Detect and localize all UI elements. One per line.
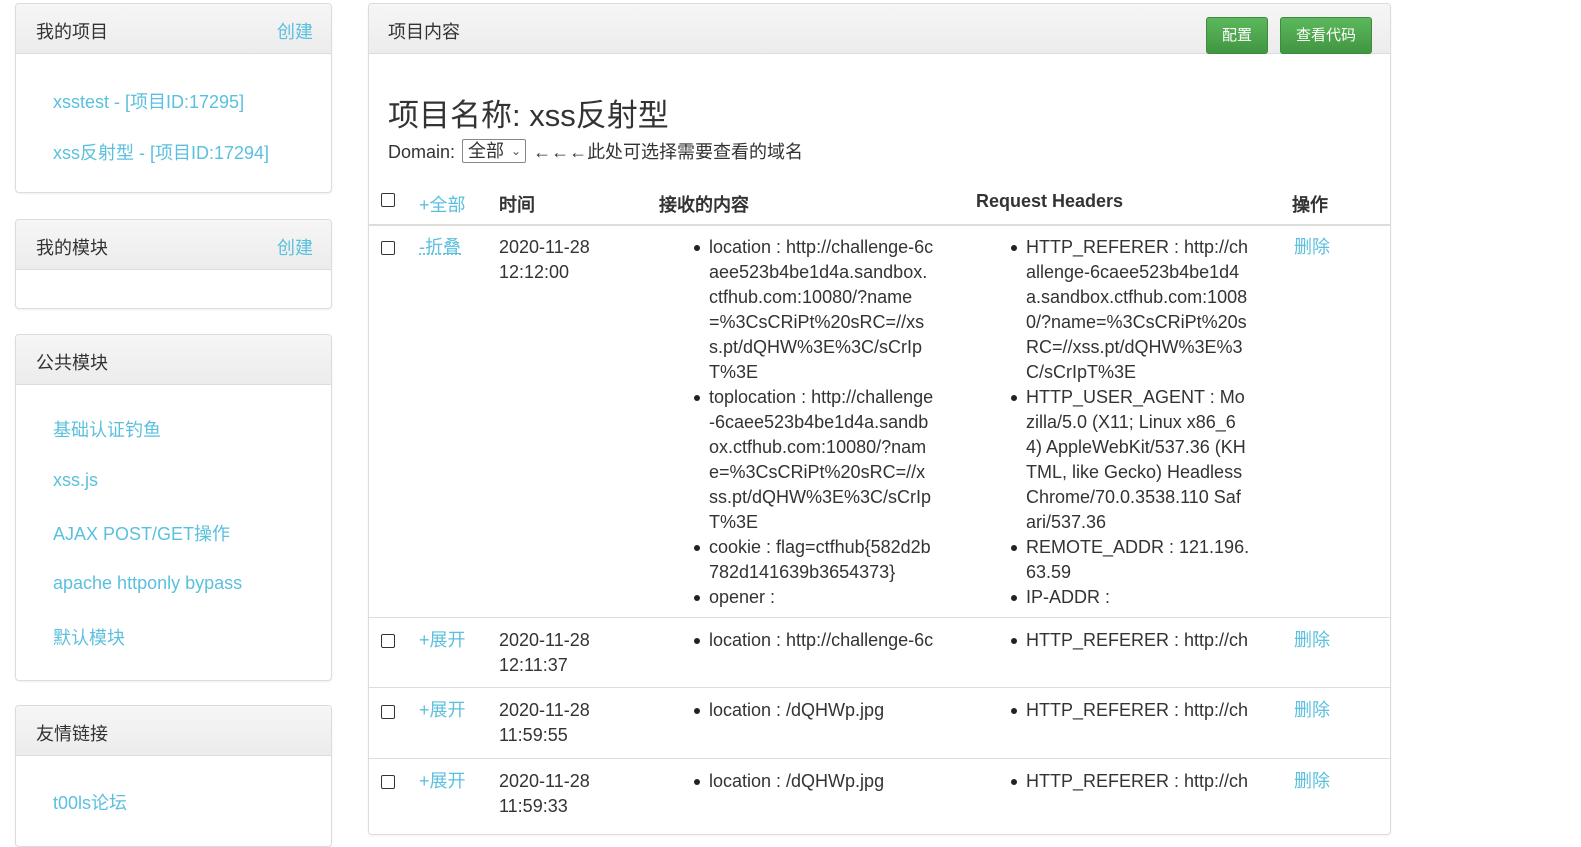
select-all-checkbox[interactable] (381, 193, 395, 207)
domain-filter: Domain: 全部 ⌄ ←←←此处可选择需要查看的域名 (388, 138, 803, 165)
list-item: cookie : flag=ctfhub{582d2b782d141639b36… (694, 535, 934, 585)
list-item: location : http://challenge-6c (694, 628, 934, 653)
row-toggle-link[interactable]: +展开 (419, 698, 466, 723)
list-item: location : http://challenge-6caee523b4be… (694, 235, 934, 385)
domain-hint: ←←←此处可选择需要查看的域名 (533, 142, 804, 162)
my-modules-title: 我的模块 (36, 238, 108, 258)
my-projects-header: 我的项目 创建 (16, 4, 331, 54)
project-content-title: 项目内容 (388, 22, 460, 42)
domain-label: Domain: (388, 142, 456, 162)
project-name-heading: 项目名称: xss反射型 (388, 98, 669, 133)
row-divider (369, 758, 1390, 759)
list-item: HTTP_REFERER : http://challenge-6caee523… (1011, 235, 1250, 385)
row-headers: HTTP_REFERER : http://challenge-6caee523… (1011, 235, 1250, 610)
module-link-xss-js[interactable]: xss.js (53, 470, 98, 491)
module-link-basic-auth-phishing[interactable]: 基础认证钓鱼 (53, 416, 161, 442)
list-item: toplocation : http://challenge-6caee523b… (694, 385, 934, 535)
list-item: HTTP_USER_AGENT : Mozilla/5.0 (X11; Linu… (1011, 385, 1250, 535)
row-clock: 12:12:00 (499, 262, 570, 282)
project-content-panel: 项目内容 配置 查看代码 项目名称: xss反射型 Domain: 全部 ⌄ ←… (368, 3, 1391, 835)
public-modules-title: 公共模块 (36, 353, 108, 373)
row-date: 2020-11-28 (499, 237, 590, 257)
list-item: opener : (694, 585, 934, 610)
list-item: HTTP_REFERER : http://ch (1011, 628, 1250, 653)
row-divider (369, 617, 1390, 618)
delete-link[interactable]: 删除 (1294, 235, 1330, 260)
my-modules-panel: 我的模块 创建 (15, 219, 332, 309)
row-time: 2020-11-28 11:59:33 (499, 769, 590, 819)
row-time: 2020-11-28 11:59:55 (499, 698, 590, 748)
project-link-xsstest[interactable]: xsstest - [项目ID:17295] (53, 88, 244, 114)
friend-link-t00ls[interactable]: t00ls论坛 (53, 789, 127, 815)
expand-all-link[interactable]: +全部 (419, 191, 466, 217)
module-link-apache-httponly-bypass[interactable]: apache httponly bypass (53, 573, 242, 594)
list-item: REMOTE_ADDR : 121.196.63.59 (1011, 535, 1250, 585)
row-toggle-link[interactable]: +展开 (419, 769, 466, 794)
create-module-link[interactable]: 创建 (277, 234, 313, 260)
row-checkbox[interactable] (381, 241, 395, 255)
my-projects-title: 我的项目 (36, 22, 108, 42)
friend-links-panel: 友情链接 t00ls论坛 (15, 705, 332, 847)
chevron-down-icon: ⌄ (510, 144, 522, 159)
row-toggle-link[interactable]: -折叠 (419, 235, 461, 260)
row-checkbox[interactable] (381, 634, 395, 648)
row-content: location : http://challenge-6c (694, 628, 934, 653)
list-item: HTTP_REFERER : http://ch (1011, 769, 1250, 794)
my-modules-header: 我的模块 创建 (16, 220, 331, 270)
row-checkbox[interactable] (381, 775, 395, 789)
create-project-link[interactable]: 创建 (277, 18, 313, 44)
friend-links-title: 友情链接 (36, 724, 108, 744)
row-date: 2020-11-28 (499, 771, 590, 791)
row-divider (369, 687, 1390, 688)
domain-select-value: 全部 (468, 141, 505, 162)
row-checkbox[interactable] (381, 705, 395, 719)
module-link-default[interactable]: 默认模块 (53, 624, 125, 650)
domain-select[interactable]: 全部 ⌄ (462, 139, 527, 164)
row-content: location : /dQHWp.jpg (694, 698, 934, 723)
row-headers: HTTP_REFERER : http://ch (1011, 769, 1250, 794)
row-content: location : http://challenge-6caee523b4be… (694, 235, 934, 610)
my-projects-panel: 我的项目 创建 xsstest - [项目ID:17295] xss反射型 - … (15, 3, 332, 193)
list-item: IP-ADDR : (1011, 585, 1250, 610)
public-modules-header: 公共模块 (16, 335, 331, 385)
row-toggle-link[interactable]: +展开 (419, 628, 466, 653)
row-date: 2020-11-28 (499, 700, 590, 720)
project-link-xss-reflected[interactable]: xss反射型 - [项目ID:17294] (53, 139, 269, 165)
list-item: location : /dQHWp.jpg (694, 769, 934, 794)
delete-link[interactable]: 删除 (1294, 628, 1330, 653)
row-date: 2020-11-28 (499, 630, 590, 650)
column-header-action: 操作 (1292, 195, 1328, 215)
view-code-button[interactable]: 查看代码 (1280, 17, 1372, 54)
project-content-header: 项目内容 配置 查看代码 (369, 4, 1390, 54)
delete-link[interactable]: 删除 (1294, 698, 1330, 723)
column-header-time: 时间 (499, 195, 535, 215)
row-headers: HTTP_REFERER : http://ch (1011, 628, 1250, 653)
delete-link[interactable]: 删除 (1294, 769, 1330, 794)
config-button[interactable]: 配置 (1206, 17, 1268, 54)
column-header-content: 接收的内容 (659, 195, 749, 215)
header-divider (369, 224, 1390, 226)
row-time: 2020-11-28 12:12:00 (499, 235, 590, 285)
column-header-request-headers: Request Headers (976, 191, 1124, 211)
row-clock: 11:59:55 (499, 725, 568, 745)
row-clock: 11:59:33 (499, 796, 568, 816)
public-modules-panel: 公共模块 基础认证钓鱼 xss.js AJAX POST/GET操作 apach… (15, 334, 332, 681)
list-item: location : /dQHWp.jpg (694, 698, 934, 723)
list-item: HTTP_REFERER : http://ch (1011, 698, 1250, 723)
friend-links-header: 友情链接 (16, 706, 331, 756)
row-time: 2020-11-28 12:11:37 (499, 628, 590, 678)
module-link-ajax-post-get[interactable]: AJAX POST/GET操作 (53, 520, 230, 546)
row-headers: HTTP_REFERER : http://ch (1011, 698, 1250, 723)
row-content: location : /dQHWp.jpg (694, 769, 934, 794)
row-clock: 12:11:37 (499, 655, 568, 675)
